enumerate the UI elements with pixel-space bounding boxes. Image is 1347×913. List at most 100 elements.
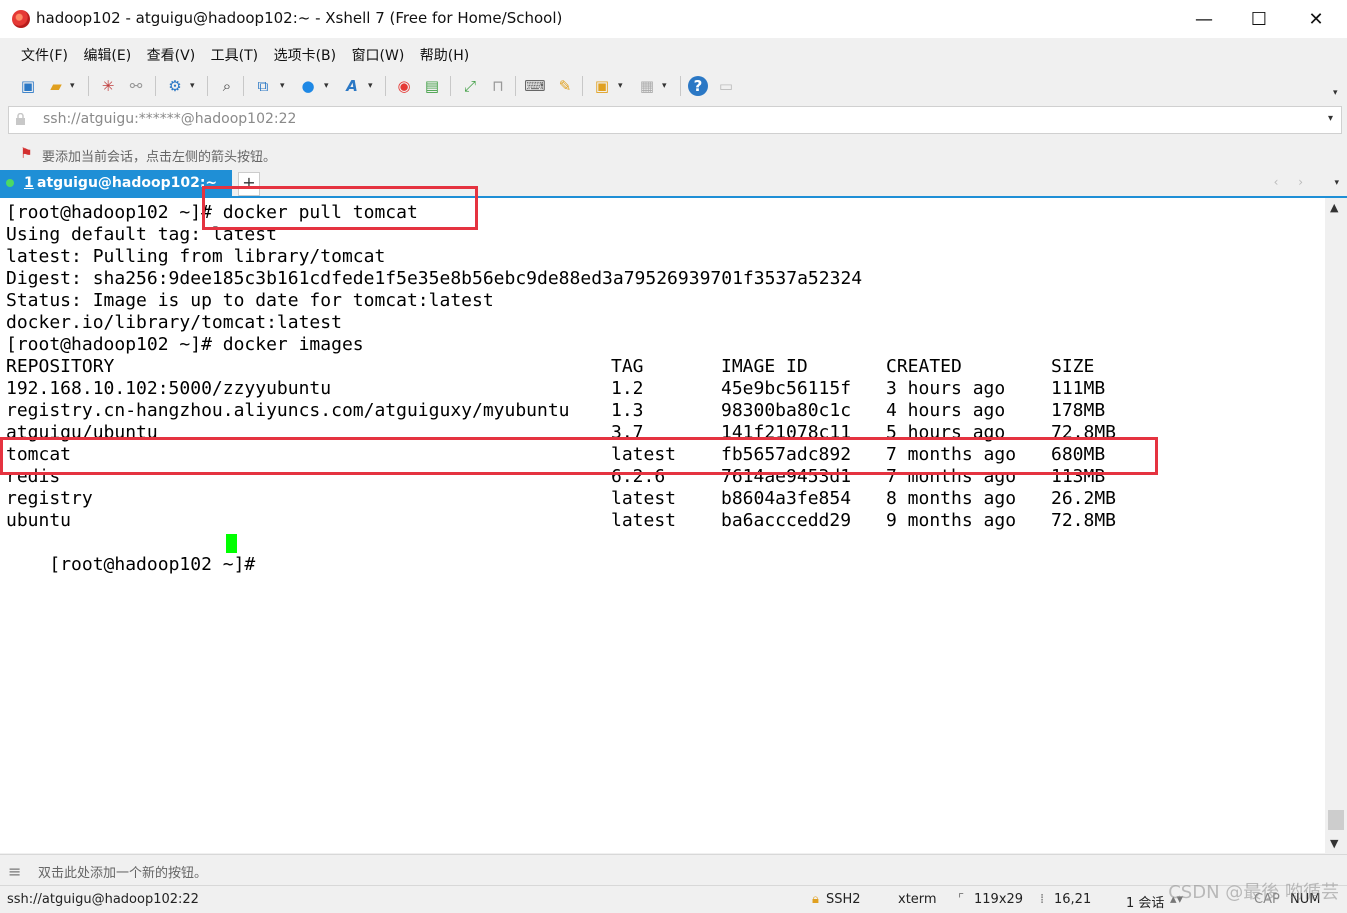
help-icon[interactable]: ? — [688, 76, 708, 96]
table-row: 192.168.10.102:5000/zzyyubuntu 1.2 45e9b… — [6, 378, 1206, 400]
minimize-button[interactable]: — — [1176, 0, 1232, 38]
open-folder-icon[interactable]: ▰ — [46, 76, 66, 96]
table-header-row: REPOSITORY TAG IMAGE ID CREATED SIZE — [6, 356, 1206, 378]
script-icon[interactable]: ✎ — [555, 76, 575, 96]
quick-command-bar[interactable]: ≡ 双击此处添加一个新的按钮。 — [0, 854, 1347, 885]
scroll-thumb[interactable] — [1328, 810, 1344, 830]
menu-tools[interactable]: 工具(T) — [211, 45, 258, 65]
ssh-lock-icon: 🔒︎ — [812, 892, 819, 907]
menu-file[interactable]: 文件(F) — [21, 45, 68, 65]
header-created: CREATED — [886, 356, 962, 377]
connected-status-icon — [6, 179, 14, 187]
address-bar[interactable]: ssh://atguigu:******@hadoop102:22 ▾ — [8, 106, 1342, 134]
cell-image-id: b8604a3fe854 — [721, 488, 852, 509]
menu-view[interactable]: 查看(V) — [147, 45, 196, 65]
toolbar: ▣ ▰ ▾ ✳ ⚯ ⚙ ▾ ⌕ ⧉ ▾ ● ▾ A ▾ ◉ ▤ ⤢ ⊓ ⌨ ✎ … — [0, 68, 1347, 104]
tab-session-1[interactable]: 1 atguigu@hadoop102:~ — [0, 170, 232, 196]
toolbar-separator — [515, 76, 516, 96]
toolbar-separator — [155, 76, 156, 96]
open-dropdown-icon[interactable]: ▾ — [70, 81, 75, 91]
title-bar: hadoop102 - atguigu@hadoop102:~ - Xshell… — [0, 0, 1347, 38]
transfer-icon[interactable]: ⧉ — [253, 76, 273, 96]
terminal-line: latest: Pulling from library/tomcat — [6, 246, 386, 267]
window-title: hadoop102 - atguigu@hadoop102:~ - Xshell… — [36, 9, 563, 27]
toolbar-overflow-icon[interactable]: ▾ — [1333, 88, 1338, 98]
new-session-icon[interactable]: ▣ — [18, 76, 38, 96]
xshell-icon[interactable]: ◉ — [394, 76, 414, 96]
cell-repository: registry.cn-hangzhou.aliyuncs.com/atguig… — [6, 400, 570, 421]
tab-menu-icon[interactable]: ▾ — [1334, 178, 1339, 188]
table-row: ubuntu latest ba6acccedd29 9 months ago … — [6, 510, 1206, 532]
menu-help[interactable]: 帮助(H) — [420, 45, 469, 65]
font-icon[interactable]: A — [342, 76, 362, 96]
maximize-button[interactable]: ☐ — [1231, 0, 1287, 38]
properties-icon[interactable]: ⚙ — [165, 76, 185, 96]
address-dropdown-icon[interactable]: ▾ — [1328, 113, 1333, 124]
terminal-line: Status: Image is up to date for tomcat:l… — [6, 290, 494, 311]
keyboard-icon[interactable]: ⌨ — [524, 76, 546, 96]
scroll-down-icon[interactable]: ▼ — [1330, 837, 1338, 850]
size-icon: ⌜ — [958, 892, 965, 907]
header-repository: REPOSITORY — [6, 356, 115, 377]
status-connection: ssh://atguigu@hadoop102:22 — [7, 892, 199, 907]
menu-bar: 文件(F) 编辑(E) 查看(V) 工具(T) 选项卡(B) 窗口(W) 帮助(… — [0, 38, 1347, 68]
status-sessions: 1 会话 — [1126, 896, 1165, 911]
quick-command-hint: 双击此处添加一个新的按钮。 — [38, 866, 208, 881]
find-icon[interactable]: ⌕ — [217, 76, 237, 96]
layout-icon[interactable]: ▦ — [637, 76, 657, 96]
terminal-scrollbar[interactable]: ▲ ▼ — [1325, 198, 1347, 853]
header-image-id: IMAGE ID — [721, 356, 808, 377]
toolbar-separator — [243, 76, 244, 96]
add-tab-icon[interactable]: ▣ — [592, 76, 612, 96]
layout-dropdown-icon[interactable]: ▾ — [662, 81, 667, 91]
status-bar: ssh://atguigu@hadoop102:22 🔒︎ SSH2 xterm… — [0, 882, 1347, 913]
cell-image-id: 45e9bc56115f — [721, 378, 852, 399]
reconnect-icon[interactable]: ✳ — [98, 76, 118, 96]
globe-icon[interactable]: ● — [298, 76, 318, 96]
toolbar-separator — [207, 76, 208, 96]
menu-tabs[interactable]: 选项卡(B) — [274, 45, 337, 65]
fullscreen-icon[interactable]: ⤢ — [460, 76, 480, 96]
properties-dropdown-icon[interactable]: ▾ — [190, 81, 195, 91]
cell-created: 9 months ago — [886, 510, 1017, 531]
terminal-line: [root@hadoop102 ~]# docker images — [6, 334, 364, 355]
add-tab-dropdown-icon[interactable]: ▾ — [618, 81, 623, 91]
terminal-output[interactable]: [root@hadoop102 ~]# docker pull tomcat U… — [0, 186, 1325, 853]
terminal-line: Digest: sha256:9dee185c3b161cdfede1f5e35… — [6, 268, 863, 289]
lock-icon[interactable]: ⊓ — [488, 76, 508, 96]
hint-text: 要添加当前会话，点击左侧的箭头按钮。 — [42, 150, 277, 165]
cell-created: 4 hours ago — [886, 400, 1006, 421]
toolbar-separator — [680, 76, 681, 96]
highlight-box-command — [202, 186, 478, 230]
cell-repository: 192.168.10.102:5000/zzyyubuntu — [6, 378, 332, 399]
tab-scroll-arrows[interactable]: ‹ › — [1274, 175, 1311, 189]
menu-lines-icon[interactable]: ≡ — [8, 862, 21, 881]
close-button[interactable]: ✕ — [1288, 0, 1344, 38]
menu-edit[interactable]: 编辑(E) — [83, 45, 131, 65]
table-row: registry.cn-hangzhou.aliyuncs.com/atguig… — [6, 400, 1206, 422]
tab-label: atguigu@hadoop102:~ — [37, 175, 218, 191]
cell-size: 178MB — [1051, 400, 1106, 421]
globe-dropdown-icon[interactable]: ▾ — [324, 81, 329, 91]
menu-window[interactable]: 窗口(W) — [352, 45, 405, 65]
xshell-app-icon — [12, 10, 30, 28]
cell-image-id: ba6acccedd29 — [721, 510, 852, 531]
terminal-prompt-line: [root@hadoop102 ~]# — [6, 532, 406, 575]
arrow-flag-icon[interactable]: ⚑ — [20, 146, 33, 162]
status-position: 16,21 — [1054, 892, 1092, 907]
cell-repository: registry — [6, 488, 93, 509]
address-input[interactable]: ssh://atguigu:******@hadoop102:22 — [43, 111, 296, 127]
toolbar-separator — [385, 76, 386, 96]
disconnect-icon[interactable]: ⚯ — [126, 76, 146, 96]
cell-repository: ubuntu — [6, 510, 72, 531]
cell-created: 8 months ago — [886, 488, 1017, 509]
xftp-icon[interactable]: ▤ — [422, 76, 442, 96]
font-dropdown-icon[interactable]: ▾ — [368, 81, 373, 91]
toolbar-separator — [582, 76, 583, 96]
watermark: CSDN @最後 哟循芸 — [1168, 882, 1339, 903]
scroll-up-icon[interactable]: ▲ — [1330, 201, 1338, 214]
cell-tag: 1.2 — [611, 378, 644, 399]
transfer-dropdown-icon[interactable]: ▾ — [280, 81, 285, 91]
header-size: SIZE — [1051, 356, 1095, 377]
chat-icon[interactable]: ▭ — [716, 76, 736, 96]
